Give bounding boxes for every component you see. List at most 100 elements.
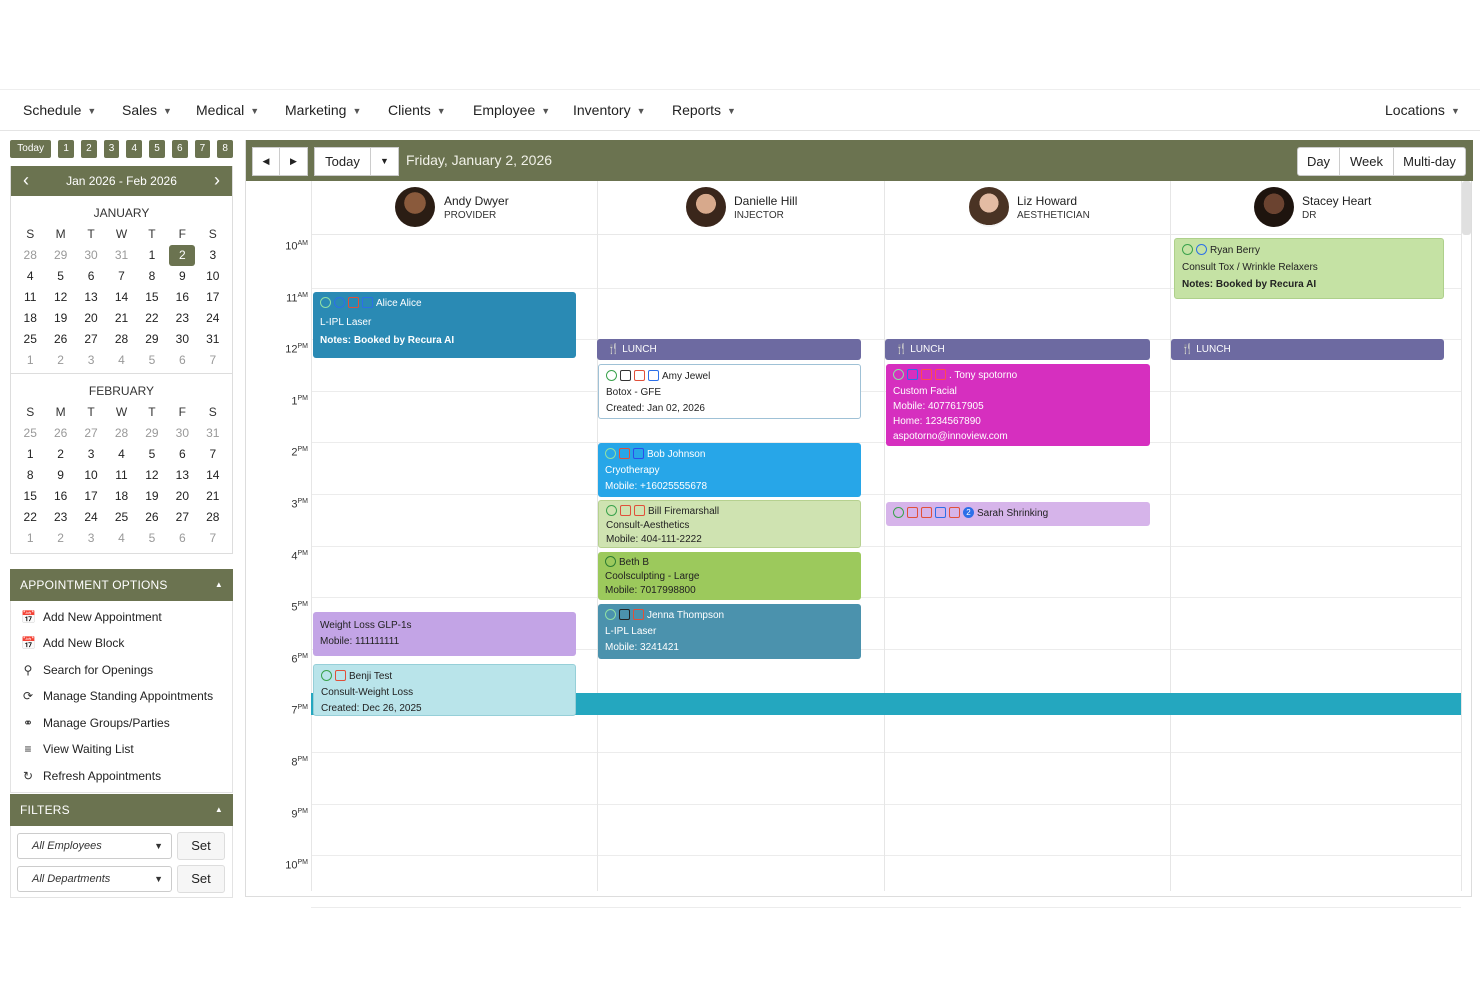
appointment-sarah-shrinking[interactable]: 2 Sarah Shrinking <box>886 502 1150 526</box>
provider-liz-howard[interactable]: Liz Howard AESTHETICIAN <box>885 181 1172 235</box>
calendar-day[interactable]: 25 <box>15 423 45 444</box>
calendar-day[interactable]: 1 <box>15 444 45 465</box>
calendar-day[interactable]: 2 <box>45 528 75 549</box>
view-day-button[interactable]: Day <box>1297 147 1340 176</box>
calendar-day[interactable]: 28 <box>198 507 228 528</box>
appointment-tony-spotorno[interactable]: . Tony spotorno Custom Facial Mobile: 40… <box>886 364 1150 446</box>
calendar-day[interactable]: 19 <box>137 486 167 507</box>
calendar-day[interactable]: 9 <box>45 465 75 486</box>
view-week-button[interactable]: Week <box>1339 147 1394 176</box>
week-4-button[interactable]: 4 <box>126 140 143 158</box>
employee-filter-select[interactable]: All Employees ▼ <box>17 833 172 859</box>
nav-medical[interactable]: Medical ▼ <box>196 102 259 118</box>
calendar-day[interactable]: 7 <box>198 350 228 371</box>
calendar-day[interactable]: 31 <box>198 423 228 444</box>
manage-groups-parties[interactable]: ⚭ Manage Groups/Parties <box>21 716 170 730</box>
add-new-appointment[interactable]: 📅 Add New Appointment <box>21 610 162 624</box>
appointment-alice-alice[interactable]: Alice Alice L-IPL Laser Notes: Booked by… <box>313 292 576 358</box>
calendar-day[interactable]: 10 <box>198 266 228 287</box>
calendar-day[interactable]: 25 <box>106 507 136 528</box>
provider-stacey-heart[interactable]: Stacey Heart DR <box>1172 181 1459 235</box>
appointment-benji-test[interactable]: Benji Test Consult-Weight Loss Created: … <box>313 664 576 716</box>
next-day-button[interactable]: ▶ <box>279 147 308 176</box>
calendar-day[interactable]: 7 <box>106 266 136 287</box>
calendar-day[interactable]: 1 <box>137 245 167 266</box>
nav-marketing[interactable]: Marketing ▼ <box>285 102 361 118</box>
calendar-day[interactable]: 21 <box>106 308 136 329</box>
appointment-amy-jewel[interactable]: Amy Jewel Botox - GFE Created: Jan 02, 2… <box>598 364 861 419</box>
set-employee-filter-button[interactable]: Set <box>177 832 225 860</box>
calendar-day[interactable]: 4 <box>15 266 45 287</box>
calendar-day[interactable]: 27 <box>76 329 106 350</box>
calendar-day[interactable]: 7 <box>198 528 228 549</box>
nav-employee[interactable]: Employee ▼ <box>473 102 550 118</box>
calendar-day[interactable]: 31 <box>198 329 228 350</box>
calendar-day[interactable]: 31 <box>106 245 136 266</box>
calendar-day[interactable]: 3 <box>76 350 106 371</box>
calendar-day[interactable]: 8 <box>137 266 167 287</box>
calendar-day[interactable]: 6 <box>167 350 197 371</box>
calendar-day[interactable]: 2 <box>169 245 196 266</box>
nav-reports[interactable]: Reports ▼ <box>672 102 736 118</box>
next-month-icon[interactable]: › <box>214 170 220 191</box>
calendar-day[interactable]: 24 <box>198 308 228 329</box>
calendar-day[interactable]: 26 <box>137 507 167 528</box>
calendar-day[interactable]: 2 <box>45 350 75 371</box>
calendar-day[interactable]: 16 <box>45 486 75 507</box>
calendar-day[interactable]: 11 <box>15 287 45 308</box>
appointment-jenna-thompson[interactable]: Jenna Thompson L-IPL Laser Mobile: 32414… <box>598 604 861 659</box>
calendar-day[interactable]: 30 <box>167 329 197 350</box>
calendar-day[interactable]: 5 <box>137 444 167 465</box>
appointment-options-header[interactable]: APPOINTMENT OPTIONS ▲ <box>10 569 233 601</box>
filters-header[interactable]: FILTERS ▲ <box>10 794 233 826</box>
calendar-day[interactable]: 17 <box>198 287 228 308</box>
week-3-button[interactable]: 3 <box>103 140 120 158</box>
prev-day-button[interactable]: ◀ <box>252 147 280 176</box>
calendar-day[interactable]: 15 <box>15 486 45 507</box>
calendar-day[interactable]: 6 <box>76 266 106 287</box>
calendar-day[interactable]: 29 <box>137 423 167 444</box>
calendar-day[interactable]: 17 <box>76 486 106 507</box>
lunch-block[interactable]: 🍴 LUNCH <box>1171 339 1444 360</box>
appointment-bob-johnson[interactable]: Bob Johnson Cryotherapy Mobile: +1602555… <box>598 443 861 497</box>
calendar-day[interactable]: 19 <box>45 308 75 329</box>
calendar-day[interactable]: 23 <box>45 507 75 528</box>
appointment-weight-loss[interactable]: Weight Loss GLP-1s Mobile: 111111111 <box>313 612 576 656</box>
appointment-beth-b[interactable]: Beth B Coolsculpting - Large Mobile: 701… <box>598 552 861 600</box>
view-multiday-button[interactable]: Multi-day <box>1393 147 1466 176</box>
calendar-day[interactable]: 26 <box>45 423 75 444</box>
calendar-day[interactable]: 11 <box>106 465 136 486</box>
week-7-button[interactable]: 7 <box>194 140 211 158</box>
lunch-block[interactable]: 🍴 LUNCH <box>885 339 1150 360</box>
calendar-day[interactable]: 3 <box>76 444 106 465</box>
week-1-button[interactable]: 1 <box>58 140 74 158</box>
date-picker-toggle[interactable]: ▼ <box>370 147 399 176</box>
calendar-day[interactable]: 21 <box>198 486 228 507</box>
calendar-day[interactable]: 28 <box>15 245 45 266</box>
calendar-day[interactable]: 12 <box>137 465 167 486</box>
calendar-day[interactable]: 2 <box>45 444 75 465</box>
week-2-button[interactable]: 2 <box>80 140 97 158</box>
calendar-day[interactable]: 10 <box>76 465 106 486</box>
refresh-appointments[interactable]: ↻ Refresh Appointments <box>21 769 161 783</box>
calendar-day[interactable]: 28 <box>106 329 136 350</box>
set-department-filter-button[interactable]: Set <box>177 865 225 893</box>
calendar-day[interactable]: 6 <box>167 444 197 465</box>
nav-schedule[interactable]: Schedule ▼ <box>23 102 96 118</box>
calendar-day[interactable]: 3 <box>76 528 106 549</box>
nav-sales[interactable]: Sales ▼ <box>122 102 172 118</box>
calendar-day[interactable]: 1 <box>15 528 45 549</box>
calendar-day[interactable]: 12 <box>45 287 75 308</box>
today-button[interactable]: Today <box>314 147 371 176</box>
calendar-day[interactable]: 28 <box>106 423 136 444</box>
calendar-day[interactable]: 14 <box>106 287 136 308</box>
lunch-block[interactable]: 🍴 LUNCH <box>597 339 861 360</box>
calendar-day[interactable]: 29 <box>45 245 75 266</box>
calendar-day[interactable]: 1 <box>15 350 45 371</box>
calendar-day[interactable]: 5 <box>137 350 167 371</box>
provider-andy-dwyer[interactable]: Andy Dwyer PROVIDER <box>311 181 598 235</box>
week-5-button[interactable]: 5 <box>149 140 165 158</box>
calendar-day[interactable]: 22 <box>15 507 45 528</box>
add-new-block[interactable]: 📅 Add New Block <box>21 636 124 650</box>
search-for-openings[interactable]: ⚲ Search for Openings <box>21 663 153 677</box>
